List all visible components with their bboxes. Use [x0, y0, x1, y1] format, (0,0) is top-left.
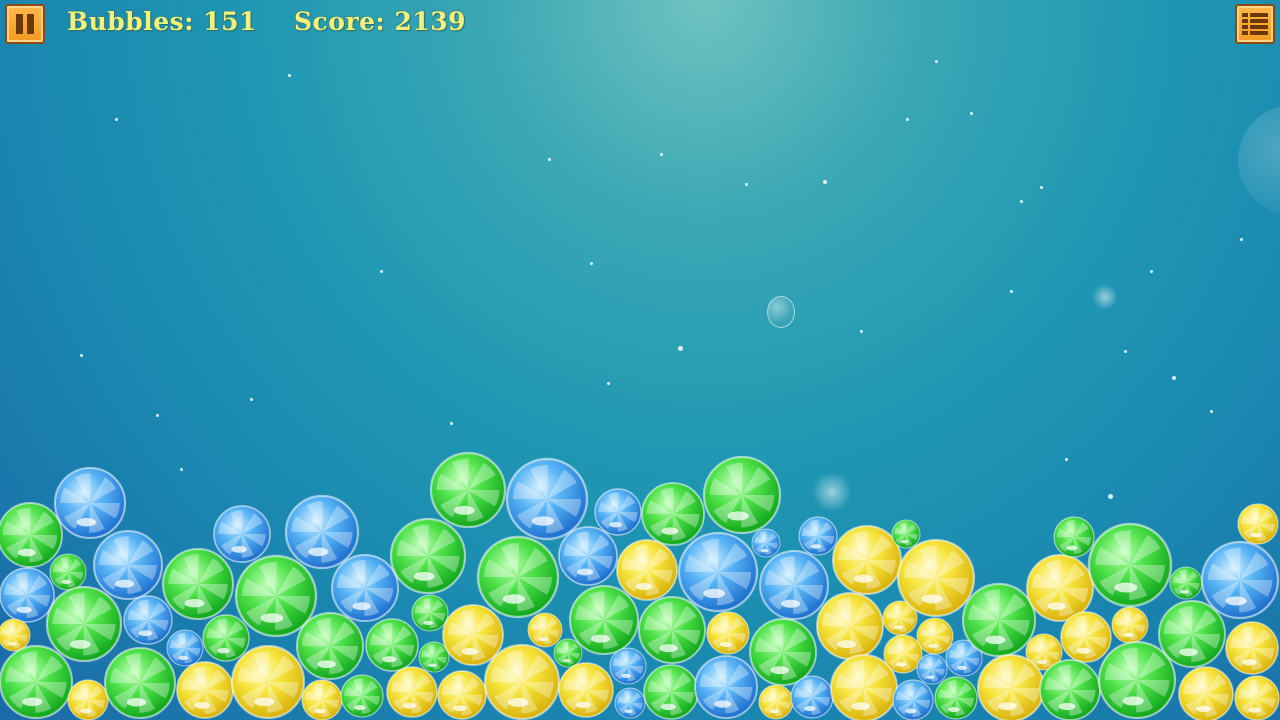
- blue-candy-bubble[interactable]: [558, 526, 618, 586]
- blue-candy-bubble[interactable]: [166, 629, 204, 667]
- menu-list-icon: [1242, 13, 1268, 35]
- yellow-candy-bubble[interactable]: [1026, 554, 1094, 622]
- yellow-candy-bubble[interactable]: [896, 538, 976, 618]
- yellow-candy-bubble[interactable]: [442, 604, 504, 666]
- blue-candy-bubble[interactable]: [758, 549, 830, 621]
- blue-candy-bubble[interactable]: [677, 531, 759, 613]
- green-candy-bubble[interactable]: [476, 535, 560, 619]
- blue-candy-bubble[interactable]: [331, 554, 399, 622]
- yellow-candy-bubble[interactable]: [706, 611, 750, 655]
- yellow-candy-bubble[interactable]: [176, 661, 234, 719]
- yellow-candy-bubble[interactable]: [1225, 621, 1279, 675]
- green-candy-bubble[interactable]: [749, 618, 817, 686]
- green-candy-bubble[interactable]: [0, 644, 74, 720]
- green-candy-bubble[interactable]: [340, 674, 384, 718]
- green-candy-bubble[interactable]: [161, 547, 235, 621]
- green-candy-bubble[interactable]: [1087, 522, 1173, 608]
- yellow-candy-bubble[interactable]: [437, 670, 487, 720]
- yellow-candy-bubble[interactable]: [883, 634, 923, 674]
- green-candy-bubble[interactable]: [1169, 566, 1203, 600]
- yellow-candy-bubble[interactable]: [916, 617, 954, 655]
- green-candy-bubble[interactable]: [389, 517, 467, 595]
- yellow-candy-bubble[interactable]: [0, 618, 31, 652]
- blue-candy-bubble[interactable]: [1200, 540, 1280, 620]
- yellow-candy-bubble[interactable]: [1111, 606, 1149, 644]
- green-candy-bubble[interactable]: [1053, 516, 1095, 558]
- blue-candy-bubble[interactable]: [694, 655, 758, 719]
- blue-candy-bubble[interactable]: [916, 653, 948, 685]
- yellow-candy-bubble[interactable]: [301, 679, 343, 720]
- green-candy-bubble[interactable]: [0, 502, 63, 568]
- yellow-candy-bubble[interactable]: [1178, 666, 1234, 720]
- green-candy-bubble[interactable]: [234, 554, 318, 638]
- green-candy-bubble[interactable]: [638, 596, 706, 664]
- green-candy-bubble[interactable]: [934, 676, 978, 720]
- yellow-candy-bubble[interactable]: [386, 666, 438, 718]
- green-candy-bubble[interactable]: [641, 482, 705, 546]
- green-candy-bubble[interactable]: [568, 584, 640, 656]
- game-area[interactable]: Bubbles: 151 Score: 2139: [0, 0, 1280, 720]
- blue-candy-bubble[interactable]: [892, 679, 934, 720]
- blue-candy-bubble[interactable]: [505, 457, 589, 541]
- green-candy-bubble[interactable]: [49, 553, 87, 591]
- blue-candy-bubble[interactable]: [751, 528, 781, 558]
- green-candy-bubble[interactable]: [702, 455, 782, 535]
- green-candy-bubble[interactable]: [202, 614, 250, 662]
- blue-candy-bubble[interactable]: [0, 567, 55, 623]
- blue-candy-bubble[interactable]: [53, 466, 127, 540]
- green-candy-bubble[interactable]: [365, 618, 419, 672]
- pause-button[interactable]: [5, 4, 45, 44]
- bubble-field[interactable]: [0, 0, 1280, 720]
- yellow-candy-bubble[interactable]: [483, 643, 561, 720]
- pause-icon: [16, 14, 34, 34]
- blue-candy-bubble[interactable]: [123, 595, 173, 645]
- blue-candy-bubble[interactable]: [92, 529, 164, 601]
- green-candy-bubble[interactable]: [45, 585, 123, 663]
- green-candy-bubble[interactable]: [643, 664, 699, 720]
- yellow-candy-bubble[interactable]: [527, 612, 563, 648]
- green-candy-bubble[interactable]: [411, 594, 449, 632]
- menu-button[interactable]: [1235, 4, 1275, 44]
- blue-candy-bubble[interactable]: [614, 687, 646, 719]
- bubbles-counter: Bubbles: 151: [67, 7, 257, 36]
- green-candy-bubble[interactable]: [1097, 640, 1177, 720]
- green-candy-bubble[interactable]: [296, 612, 364, 680]
- green-candy-bubble[interactable]: [429, 451, 507, 529]
- blue-candy-bubble[interactable]: [594, 488, 642, 536]
- score-counter: Score: 2139: [294, 7, 467, 36]
- yellow-candy-bubble[interactable]: [67, 679, 109, 720]
- green-candy-bubble[interactable]: [1158, 600, 1226, 668]
- green-candy-bubble[interactable]: [103, 646, 177, 720]
- yellow-candy-bubble[interactable]: [1060, 611, 1112, 663]
- yellow-candy-bubble[interactable]: [758, 684, 794, 720]
- yellow-candy-bubble[interactable]: [230, 644, 306, 720]
- green-candy-bubble[interactable]: [891, 519, 921, 549]
- yellow-candy-bubble[interactable]: [616, 539, 678, 601]
- green-candy-bubble[interactable]: [1039, 659, 1101, 720]
- blue-candy-bubble[interactable]: [798, 516, 838, 556]
- yellow-candy-bubble[interactable]: [1237, 503, 1279, 545]
- green-candy-bubble[interactable]: [961, 582, 1037, 658]
- yellow-candy-bubble[interactable]: [831, 524, 903, 596]
- blue-candy-bubble[interactable]: [284, 494, 360, 570]
- yellow-candy-bubble[interactable]: [1234, 675, 1280, 720]
- blue-candy-bubble[interactable]: [790, 675, 834, 719]
- yellow-candy-bubble[interactable]: [816, 592, 884, 660]
- yellow-candy-bubble[interactable]: [977, 654, 1045, 720]
- yellow-candy-bubble[interactable]: [558, 662, 614, 718]
- blue-candy-bubble[interactable]: [609, 647, 647, 685]
- blue-candy-bubble[interactable]: [213, 505, 271, 563]
